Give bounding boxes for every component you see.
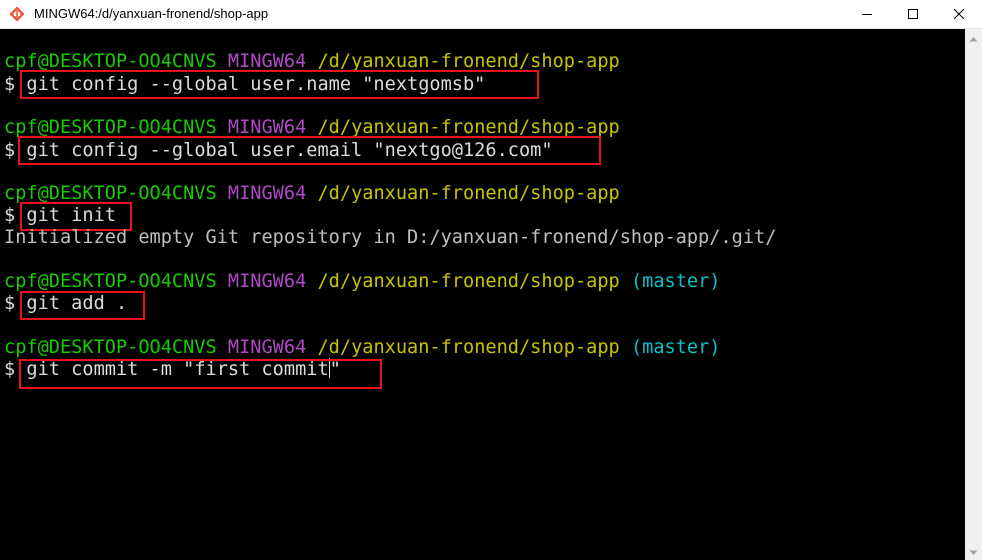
command-text: git add . xyxy=(26,293,128,314)
minimize-icon xyxy=(862,9,872,19)
prompt-path: /d/yanxuan-fronend/shop-app xyxy=(317,337,620,358)
prompt-line: cpf@DESKTOP-OO4CNVS MINGW64 /d/yanxuan-f… xyxy=(4,270,721,294)
prompt-branch: (master) xyxy=(630,337,721,358)
command-output: Initialized empty Git repository in D:/y… xyxy=(4,227,777,248)
command-text: git init xyxy=(26,205,116,226)
prompt-symbol: $ xyxy=(4,205,16,226)
prompt-symbol: $ xyxy=(4,293,16,314)
git-bash-icon xyxy=(9,6,25,22)
command-input-trailing-quote: " xyxy=(329,359,341,380)
scroll-down-button[interactable] xyxy=(965,543,982,560)
prompt-symbol: $ xyxy=(4,140,16,161)
close-icon xyxy=(954,9,964,19)
title-bar[interactable]: MINGW64:/d/yanxuan-fronend/shop-app xyxy=(0,0,982,29)
command-text: git config --global user.email "nextgo@1… xyxy=(26,140,553,161)
prompt-symbol: $ xyxy=(4,359,16,380)
prompt-line: cpf@DESKTOP-OO4CNVS MINGW64 /d/yanxuan-f… xyxy=(4,116,620,140)
prompt-line: cpf@DESKTOP-OO4CNVS MINGW64 /d/yanxuan-f… xyxy=(4,336,721,360)
prompt-path: /d/yanxuan-fronend/shop-app xyxy=(317,183,620,204)
prompt-symbol: $ xyxy=(4,74,16,95)
prompt-path: /d/yanxuan-fronend/shop-app xyxy=(317,51,620,72)
maximize-icon xyxy=(908,9,918,19)
prompt-msystem: MINGW64 xyxy=(227,51,307,72)
command-line: $ git config --global user.name "nextgom… xyxy=(4,73,485,97)
command-line: $ git add . xyxy=(4,292,127,316)
minimize-button[interactable] xyxy=(844,0,890,28)
terminal-window: MINGW64:/d/yanxuan-fronend/shop-app cpf@… xyxy=(0,0,982,560)
maximize-button[interactable] xyxy=(890,0,936,28)
prompt-branch: (master) xyxy=(630,271,721,292)
prompt-msystem: MINGW64 xyxy=(227,271,307,292)
scroll-up-arrow-icon xyxy=(969,29,978,47)
close-button[interactable] xyxy=(936,0,982,28)
prompt-msystem: MINGW64 xyxy=(227,337,307,358)
window-title: MINGW64:/d/yanxuan-fronend/shop-app xyxy=(34,6,269,21)
prompt-user-host: cpf@DESKTOP-OO4CNVS xyxy=(4,337,217,358)
scroll-up-button[interactable] xyxy=(965,29,982,46)
prompt-line: cpf@DESKTOP-OO4CNVS MINGW64 /d/yanxuan-f… xyxy=(4,182,620,206)
prompt-user-host: cpf@DESKTOP-OO4CNVS xyxy=(4,271,217,292)
vertical-scrollbar[interactable] xyxy=(965,29,982,560)
prompt-path: /d/yanxuan-fronend/shop-app xyxy=(317,117,620,138)
command-text: git config --global user.name "nextgomsb… xyxy=(26,74,486,95)
command-input-text[interactable]: git commit -m "first commit xyxy=(26,359,328,380)
prompt-user-host: cpf@DESKTOP-OO4CNVS xyxy=(4,117,217,138)
terminal-output[interactable]: cpf@DESKTOP-OO4CNVS MINGW64 /d/yanxuan-f… xyxy=(0,29,965,560)
prompt-user-host: cpf@DESKTOP-OO4CNVS xyxy=(4,51,217,72)
prompt-path: /d/yanxuan-fronend/shop-app xyxy=(317,271,620,292)
prompt-msystem: MINGW64 xyxy=(227,117,307,138)
prompt-line: cpf@DESKTOP-OO4CNVS MINGW64 /d/yanxuan-f… xyxy=(4,50,620,74)
prompt-user-host: cpf@DESKTOP-OO4CNVS xyxy=(4,183,217,204)
command-input-line[interactable]: $ git commit -m "first commit" xyxy=(4,358,341,382)
scroll-down-arrow-icon xyxy=(969,543,978,560)
command-line: $ git init xyxy=(4,204,116,228)
prompt-msystem: MINGW64 xyxy=(227,183,307,204)
scroll-track[interactable] xyxy=(965,46,982,543)
command-line: $ git config --global user.email "nextgo… xyxy=(4,139,553,163)
